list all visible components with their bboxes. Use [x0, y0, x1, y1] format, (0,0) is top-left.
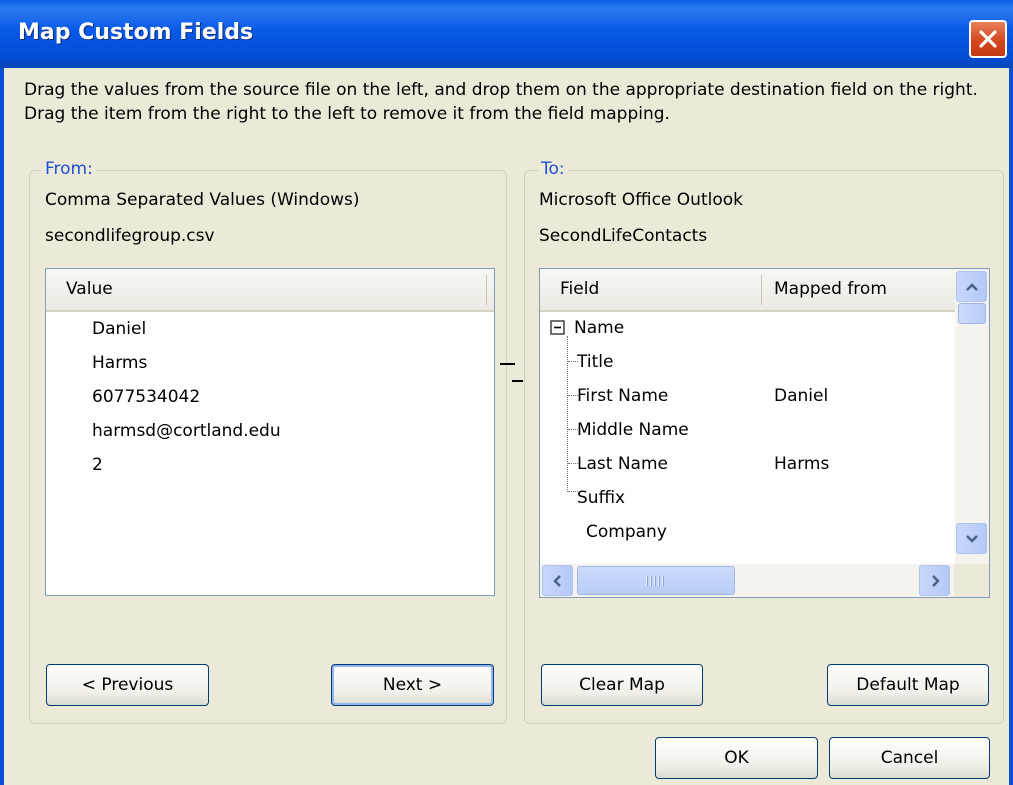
source-file: secondlifegroup.csv [45, 226, 215, 246]
default-map-button[interactable]: Default Map [827, 664, 989, 706]
scroll-up-button[interactable] [956, 271, 987, 302]
field-column-header[interactable]: Field [560, 279, 599, 299]
destination-folder: SecondLifeContacts [539, 226, 708, 246]
chevron-left-icon [553, 575, 561, 587]
cancel-button[interactable]: Cancel [829, 737, 990, 779]
scroll-right-button[interactable] [919, 565, 950, 596]
source-value-item[interactable]: Harms [92, 353, 147, 373]
collapse-icon[interactable] [550, 320, 566, 336]
window-frame-right [1009, 68, 1013, 785]
mapping-header: Field Mapped from [540, 269, 955, 312]
tree-field-item[interactable]: Last Name [577, 454, 668, 474]
window-frame-left [0, 68, 4, 785]
source-list-header: Value [46, 269, 494, 312]
close-icon [979, 30, 997, 48]
tree-field-item[interactable]: Middle Name [577, 420, 689, 440]
tree-group-name[interactable]: Name [574, 318, 624, 338]
vertical-scrollbar[interactable] [955, 269, 989, 564]
ok-button[interactable]: OK [655, 737, 818, 779]
scroll-left-button[interactable] [542, 565, 573, 596]
horizontal-scrollbar[interactable] [540, 564, 989, 597]
next-button[interactable]: Next > [331, 664, 494, 706]
chevron-up-icon [966, 283, 978, 291]
source-value-item[interactable]: 6077534042 [92, 387, 200, 407]
chevron-right-icon [932, 575, 940, 587]
tree-field-item[interactable]: Title [577, 352, 613, 372]
scroll-down-button[interactable] [956, 523, 987, 554]
tree-mapped-value: Daniel [774, 386, 829, 406]
destination-type: Microsoft Office Outlook [539, 190, 743, 210]
grip-icon [646, 576, 664, 586]
source-value-item[interactable]: harmsd@cortland.edu [92, 421, 281, 441]
to-legend: To: [538, 159, 568, 179]
title-bar: Map Custom Fields [0, 0, 1013, 68]
chevron-down-icon [966, 535, 978, 543]
source-values-list[interactable]: Value Daniel Harms 6077534042 harmsd@cor… [45, 268, 495, 596]
from-legend: From: [42, 159, 96, 179]
close-button[interactable] [969, 20, 1007, 58]
vertical-scroll-thumb[interactable] [958, 303, 986, 324]
horizontal-scroll-thumb[interactable] [577, 566, 735, 595]
source-value-item[interactable]: Daniel [92, 319, 146, 339]
previous-button[interactable]: < Previous [46, 664, 209, 706]
tree-mapped-value: Harms [774, 454, 830, 474]
field-mapping-tree[interactable]: Field Mapped from Name Title First Name … [539, 268, 990, 598]
scrollbar-corner [954, 564, 989, 597]
drag-indicator [500, 363, 515, 365]
value-column-header[interactable]: Value [66, 279, 113, 299]
window-title: Map Custom Fields [18, 20, 254, 45]
source-value-item[interactable]: 2 [92, 455, 103, 475]
tree-field-item[interactable]: Company [586, 522, 667, 542]
drag-indicator [512, 380, 523, 382]
tree-field-item[interactable]: First Name [577, 386, 668, 406]
mapped-from-column-header[interactable]: Mapped from [774, 279, 887, 299]
clear-map-button[interactable]: Clear Map [541, 664, 703, 706]
tree-field-item[interactable]: Suffix [577, 488, 625, 508]
instructions-text: Drag the values from the source file on … [24, 80, 978, 124]
source-type: Comma Separated Values (Windows) [45, 190, 360, 210]
